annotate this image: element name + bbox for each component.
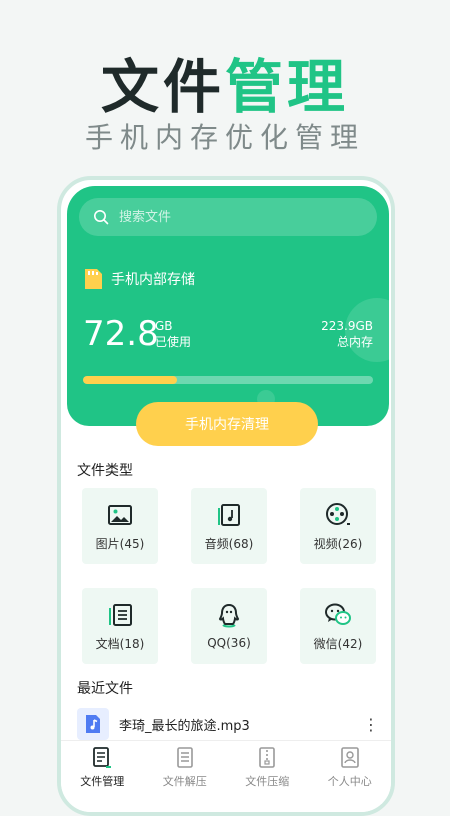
search-bar[interactable] bbox=[79, 198, 377, 236]
promo-headline: 文件管理 bbox=[0, 40, 450, 124]
phone-frame: 手机内部存储 72.8 GB 已使用 223.9GB 总内存 手机内存清理 文件… bbox=[57, 176, 395, 816]
tile-video-label: 视频(26) bbox=[313, 536, 363, 551]
promo-subheadline: 手机内存优化管理 bbox=[84, 121, 365, 154]
used-unit-block: GB 已使用 bbox=[155, 318, 191, 350]
search-input[interactable] bbox=[117, 208, 341, 226]
tile-wechat-label: 微信(42) bbox=[313, 636, 363, 651]
total-block: 223.9GB 总内存 bbox=[321, 318, 373, 350]
tile-audio[interactable]: 音频(68) bbox=[191, 488, 267, 564]
wechat-icon bbox=[325, 603, 351, 625]
image-icon bbox=[108, 504, 132, 525]
memory-clean-button[interactable]: 手机内存清理 bbox=[136, 402, 318, 446]
nav-file-manage-label: 文件管理 bbox=[80, 775, 125, 788]
storage-title: 手机内部存储 bbox=[111, 272, 195, 288]
storage-card: 手机内部存储 72.8 GB 已使用 223.9GB 总内存 bbox=[67, 186, 389, 426]
total-label: 总内存 bbox=[336, 335, 373, 349]
bottom-nav: 文件管理 文件解压 文件压缩 个人中心 bbox=[61, 740, 392, 812]
tile-documents-label: 文档(18) bbox=[95, 636, 145, 651]
tile-documents[interactable]: 文档(18) bbox=[82, 588, 158, 664]
storage-progress-fill bbox=[83, 376, 178, 384]
nav-file-manage[interactable]: 文件管理 bbox=[61, 741, 144, 812]
tile-wechat[interactable]: 微信(42) bbox=[300, 588, 376, 664]
file-type-grid: 图片(45) 音频(68) 视频(26) 文档(18) QQ(36) 微信(42… bbox=[82, 488, 376, 664]
used-unit: GB bbox=[155, 319, 173, 333]
storage-header: 手机内部存储 bbox=[83, 268, 195, 290]
music-file-icon bbox=[77, 708, 109, 740]
tile-video[interactable]: 视频(26) bbox=[300, 488, 376, 564]
nav-unzip[interactable]: 文件解压 bbox=[144, 741, 227, 812]
nav-zip-label: 文件压缩 bbox=[245, 775, 290, 788]
file-manage-icon bbox=[93, 747, 112, 768]
nav-profile[interactable]: 个人中心 bbox=[309, 741, 392, 812]
video-icon bbox=[326, 502, 350, 525]
qq-icon bbox=[218, 603, 240, 628]
profile-icon bbox=[340, 747, 359, 768]
tile-images-label: 图片(45) bbox=[95, 536, 145, 551]
nav-unzip-label: 文件解压 bbox=[162, 775, 207, 788]
recent-file-item[interactable]: 李琦_最长的旅途.mp3 ⋮ bbox=[77, 706, 379, 742]
audio-icon bbox=[218, 503, 240, 526]
storage-progress-bar bbox=[83, 376, 373, 384]
total-value: 223.9GB bbox=[321, 319, 373, 333]
used-label: 已使用 bbox=[155, 335, 192, 349]
sd-card-icon bbox=[85, 269, 102, 289]
document-icon bbox=[109, 603, 132, 626]
tile-qq[interactable]: QQ(36) bbox=[191, 588, 267, 664]
tile-audio-label: 音频(68) bbox=[204, 536, 254, 551]
nav-zip[interactable]: 文件压缩 bbox=[226, 741, 309, 812]
used-value: 72.8 bbox=[83, 314, 159, 354]
nav-profile-label: 个人中心 bbox=[327, 775, 372, 788]
recent-file-name: 李琦_最长的旅途.mp3 bbox=[119, 718, 250, 734]
zip-icon bbox=[259, 747, 276, 768]
headline-part-2: 管理 bbox=[225, 53, 350, 121]
headline-part-1: 文件 bbox=[100, 53, 225, 121]
recent-files-title: 最近文件 bbox=[77, 681, 133, 697]
search-icon bbox=[94, 210, 109, 225]
tile-images[interactable]: 图片(45) bbox=[82, 488, 158, 564]
file-types-title: 文件类型 bbox=[77, 463, 133, 479]
unzip-icon bbox=[176, 747, 193, 768]
tile-qq-label: QQ(36) bbox=[207, 636, 251, 650]
more-options-icon[interactable]: ⋮ bbox=[363, 715, 379, 734]
